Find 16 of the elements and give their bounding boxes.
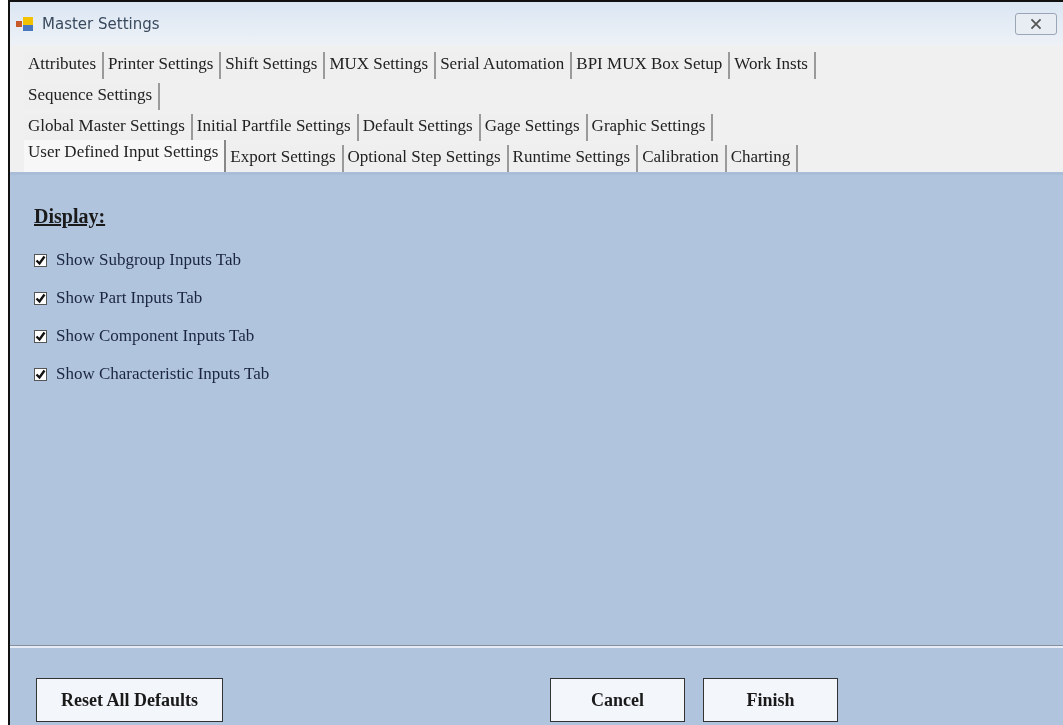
checkbox[interactable]	[34, 291, 47, 305]
section-heading: Display:	[34, 204, 106, 230]
checkbox-label: Show Characteristic Inputs Tab	[56, 363, 270, 386]
app-icon	[16, 16, 34, 32]
tab[interactable]: User Defined Input Settings	[24, 140, 227, 172]
checkbox[interactable]	[34, 253, 47, 267]
checkbox[interactable]	[34, 329, 47, 343]
dialog-button[interactable]: Finish	[703, 678, 838, 722]
dialog-button[interactable]: Cancel	[550, 678, 685, 722]
dialog-button[interactable]: Reset All Defaults	[36, 678, 223, 722]
checkbox[interactable]	[34, 367, 47, 381]
close-button[interactable]	[1015, 13, 1057, 35]
checkbox-label: Show Subgroup Inputs Tab	[56, 249, 242, 272]
window-title: Master Settings	[42, 13, 160, 35]
checkbox-label: Show Part Inputs Tab	[56, 287, 203, 310]
checkbox-label: Show Component Inputs Tab	[56, 325, 255, 348]
